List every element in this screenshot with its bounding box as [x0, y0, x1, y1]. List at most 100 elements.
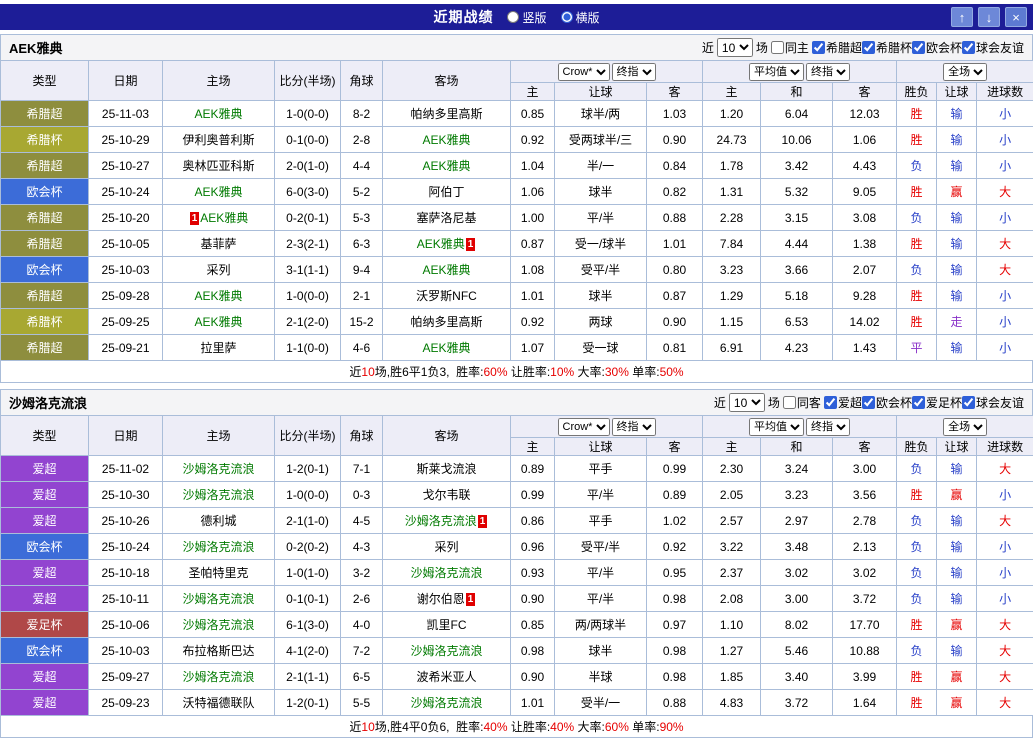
away-odds-cell: 0.90 — [647, 127, 703, 153]
scroll-up-button[interactable]: ↑ — [951, 7, 973, 27]
away-team-cell: 采列 — [383, 534, 511, 560]
corner-cell: 2-8 — [341, 127, 383, 153]
home-odds-cell: 1.07 — [511, 335, 555, 361]
bookmaker-select[interactable]: Crow* — [558, 418, 610, 436]
avg-away-cell: 3.00 — [833, 456, 897, 482]
avg-stage-select[interactable]: 终指 — [806, 63, 850, 81]
league-filter-checkbox[interactable]: 希腊杯 — [862, 39, 912, 56]
avg-away-cell: 1.64 — [833, 690, 897, 716]
score-cell: 1-0(1-0) — [275, 560, 341, 586]
goals-result-cell: 大 — [977, 638, 1033, 664]
away-odds-cell: 0.81 — [647, 335, 703, 361]
away-team-name: 塞萨洛尼基 — [416, 211, 476, 225]
scroll-down-button[interactable]: ↓ — [978, 7, 1000, 27]
bookmaker-select[interactable]: Crow* — [558, 63, 610, 81]
league-filter-input[interactable] — [962, 41, 975, 54]
league-filter-input[interactable] — [862, 41, 875, 54]
recent-count-select[interactable]: 10 — [717, 38, 753, 57]
home-team-name: AEK雅典 — [194, 315, 242, 329]
league-cell: 希腊超 — [1, 205, 89, 231]
league-cell: 爱超 — [1, 560, 89, 586]
avg-draw-cell: 5.18 — [761, 283, 833, 309]
league-cell: 爱超 — [1, 690, 89, 716]
sub-col-header: 进球数 — [977, 438, 1033, 456]
avg-stage-select[interactable]: 终指 — [806, 418, 850, 436]
average-group-header: 平均值终指 — [703, 61, 897, 83]
handicap-result-cell: 输 — [937, 101, 977, 127]
same-venue-checkbox[interactable]: 同客 — [783, 394, 821, 411]
league-cell: 爱足杯 — [1, 612, 89, 638]
league-filter-checkbox[interactable]: 球会友谊 — [962, 394, 1024, 411]
handicap-cell: 球半/两 — [555, 101, 647, 127]
home-odds-cell: 0.87 — [511, 231, 555, 257]
layout-radio-horizontal[interactable]: 横版 — [561, 9, 600, 26]
layout-radio-vertical[interactable]: 竖版 — [507, 9, 546, 26]
odds-stage-select[interactable]: 终指 — [612, 63, 656, 81]
handicap-cell: 两球 — [555, 309, 647, 335]
away-team-name: 沙姆洛克流浪 — [410, 644, 482, 658]
home-team-name: 采列 — [206, 263, 230, 277]
same-venue-input[interactable] — [771, 41, 784, 54]
scope-select[interactable]: 全场 — [943, 63, 987, 81]
score-cell: 0-1(0-0) — [275, 127, 341, 153]
recent-count-select[interactable]: 10 — [729, 393, 765, 412]
sub-col-header: 客 — [647, 83, 703, 101]
date-cell: 25-10-30 — [89, 482, 163, 508]
scope-select[interactable]: 全场 — [943, 418, 987, 436]
result-cell: 负 — [897, 508, 937, 534]
date-cell: 25-10-11 — [89, 586, 163, 612]
home-team-name: 布拉格斯巴达 — [182, 644, 254, 658]
league-filter-checkbox[interactable]: 欧会杯 — [912, 39, 962, 56]
league-filter-checkbox[interactable]: 球会友谊 — [962, 39, 1024, 56]
avg-away-cell: 1.43 — [833, 335, 897, 361]
away-odds-cell: 1.02 — [647, 508, 703, 534]
home-team-cell: 圣帕特里克 — [163, 560, 275, 586]
sub-col-header: 胜负 — [897, 438, 937, 456]
average-select[interactable]: 平均值 — [749, 418, 804, 436]
avg-away-cell: 1.38 — [833, 231, 897, 257]
average-select[interactable]: 平均值 — [749, 63, 804, 81]
handicap-cell: 球半 — [555, 283, 647, 309]
vertical-radio-input[interactable] — [507, 11, 519, 23]
date-cell: 25-10-27 — [89, 153, 163, 179]
section-header: AEK雅典 近 10 场 同主 希腊超希腊杯欧会杯球会友谊 — [0, 34, 1033, 60]
date-cell: 25-10-26 — [89, 508, 163, 534]
handicap-cell: 受平/半 — [555, 257, 647, 283]
league-filter-checkbox[interactable]: 爱超 — [824, 394, 862, 411]
match-row: 欧会杯25-10-03布拉格斯巴达4-1(2-0)7-2沙姆洛克流浪0.98球半… — [1, 638, 1033, 664]
avg-home-cell: 2.28 — [703, 205, 761, 231]
games-label: 场 — [756, 39, 768, 56]
match-row: 爱超25-10-30沙姆洛克流浪1-0(0-0)0-3戈尔韦联0.99平/半0.… — [1, 482, 1033, 508]
handicap-cell: 平/半 — [555, 482, 647, 508]
home-team-name: 拉里萨 — [200, 341, 236, 355]
same-venue-input[interactable] — [783, 396, 796, 409]
summary-line: 近10场,胜6平1负3, 胜率:60% 让胜率:10% 大率:30% 单率:50… — [0, 361, 1033, 383]
league-filter-checkbox[interactable]: 欧会杯 — [862, 394, 912, 411]
close-button[interactable]: × — [1005, 7, 1027, 27]
sub-col-header: 和 — [761, 438, 833, 456]
league-filter-input[interactable] — [824, 396, 837, 409]
league-filter-input[interactable] — [912, 396, 925, 409]
league-filter-input[interactable] — [862, 396, 875, 409]
away-odds-cell: 0.98 — [647, 664, 703, 690]
league-filter-input[interactable] — [912, 41, 925, 54]
league-filter-input[interactable] — [962, 396, 975, 409]
goals-result-cell: 大 — [977, 690, 1033, 716]
league-filter-checkbox[interactable]: 爱足杯 — [912, 394, 962, 411]
odds-stage-select[interactable]: 终指 — [612, 418, 656, 436]
avg-away-cell: 14.02 — [833, 309, 897, 335]
league-filter-checkbox[interactable]: 希腊超 — [812, 39, 862, 56]
horizontal-radio-input[interactable] — [561, 11, 573, 23]
avg-draw-cell: 3.15 — [761, 205, 833, 231]
result-cell: 胜 — [897, 127, 937, 153]
corner-cell: 5-3 — [341, 205, 383, 231]
home-team-cell: 沙姆洛克流浪 — [163, 586, 275, 612]
league-filter-input[interactable] — [812, 41, 825, 54]
home-odds-cell: 1.04 — [511, 153, 555, 179]
handicap-cell: 受平/半 — [555, 534, 647, 560]
scope-group-header: 全场 — [897, 61, 1033, 83]
same-venue-checkbox[interactable]: 同主 — [771, 39, 809, 56]
home-team-name: 沙姆洛克流浪 — [182, 592, 254, 606]
away-team-name: 波希米亚人 — [416, 670, 476, 684]
section-header: 沙姆洛克流浪 近 10 场 同客 爱超欧会杯爱足杯球会友谊 — [0, 389, 1033, 415]
